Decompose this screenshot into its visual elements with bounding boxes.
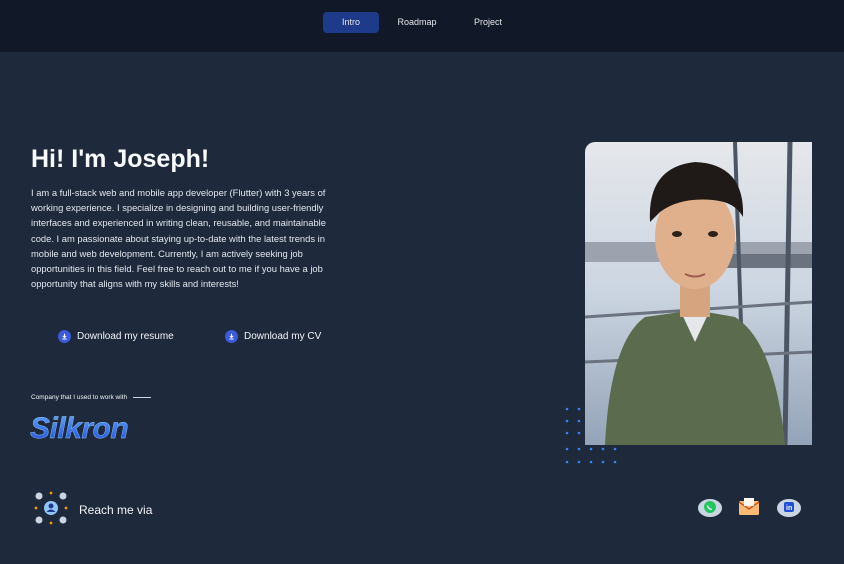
reach-me-section: Reach me via	[33, 490, 152, 529]
download-resume-label: Download my resume	[77, 331, 174, 342]
network-contact-icon	[33, 490, 69, 529]
download-resume-button[interactable]: Download my resume	[58, 330, 174, 343]
svg-text:in: in	[786, 505, 792, 512]
tab-intro[interactable]: Intro	[323, 12, 379, 33]
reach-me-label: Reach me via	[79, 502, 153, 517]
top-nav-bar: Intro Roadmap Project	[0, 0, 844, 52]
tab-roadmap[interactable]: Roadmap	[379, 12, 455, 33]
hero-description: I am a full-stack web and mobile app dev…	[31, 187, 326, 290]
profile-photo	[585, 142, 812, 445]
email-button[interactable]	[737, 496, 761, 523]
download-cv-button[interactable]: Download my CV	[225, 330, 321, 343]
whatsapp-icon	[697, 496, 723, 523]
email-icon	[737, 496, 761, 523]
company-label-text: Company that I used to work with	[31, 394, 128, 401]
whatsapp-button[interactable]	[697, 496, 723, 523]
download-icon	[225, 330, 238, 343]
linkedin-icon: in	[776, 496, 802, 523]
nav-tabs: Intro Roadmap Project	[323, 12, 521, 33]
svg-text:Silkron: Silkron	[30, 412, 128, 443]
silkron-logo: Silkron	[30, 409, 146, 448]
download-icon	[58, 330, 71, 343]
tab-project[interactable]: Project	[455, 12, 521, 33]
hero-title: Hi! I'm Joseph!	[31, 145, 210, 173]
divider	[133, 397, 152, 398]
linkedin-button[interactable]: in	[776, 496, 802, 523]
company-section-label: Company that I used to work with	[31, 394, 152, 401]
download-cv-label: Download my CV	[244, 331, 322, 342]
